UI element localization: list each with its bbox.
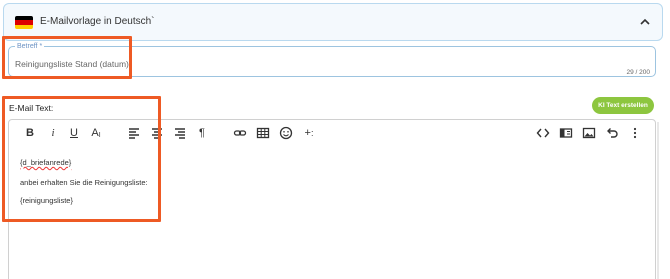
ki-text-create-button[interactable]: KI Text erstellen — [592, 97, 654, 114]
german-flag-icon — [15, 16, 33, 29]
subject-label: Betreff * — [15, 43, 45, 50]
align-left-icon[interactable] — [127, 126, 141, 140]
link-icon[interactable] — [233, 126, 247, 140]
emoji-icon[interactable] — [279, 126, 293, 140]
align-right-icon[interactable] — [173, 126, 187, 140]
insert-placeholder-icon[interactable]: +: — [302, 126, 316, 140]
source-code-icon[interactable] — [536, 126, 550, 140]
email-text-label: E-Mail Text: — [9, 103, 54, 113]
editor-toolbar: B i U AI ¶ +: — [9, 120, 655, 146]
email-template-panel-header[interactable]: E-Mailvorlage in Deutsch` — [3, 3, 663, 41]
subject-char-count: 29 / 200 — [626, 69, 651, 76]
underline-button[interactable]: U — [67, 126, 81, 140]
table-icon[interactable] — [256, 126, 270, 140]
align-center-icon[interactable] — [150, 126, 164, 140]
more-options-icon[interactable] — [628, 126, 642, 140]
undo-icon[interactable] — [605, 126, 619, 140]
image-icon[interactable] — [582, 126, 596, 140]
editor-scrollbar-track[interactable] — [657, 122, 659, 279]
italic-button[interactable]: i — [46, 126, 60, 140]
paragraph-icon[interactable]: ¶ — [195, 126, 209, 140]
editor-line: {reinigungsliste} — [20, 196, 73, 205]
panel-title: E-Mailvorlage in Deutsch` — [40, 16, 155, 27]
editor-line: {d_briefanrede} — [20, 158, 72, 167]
bold-button[interactable]: B — [23, 126, 37, 140]
email-template-page: E-Mailvorlage in Deutsch` Betreff * Rein… — [0, 0, 670, 279]
chevron-up-icon[interactable] — [638, 15, 652, 29]
preview-icon[interactable] — [559, 126, 573, 140]
subject-value[interactable]: Reinigungsliste Stand (datum) — [15, 59, 129, 69]
editor-line: anbei erhalten Sie die Reinigungsliste: — [20, 178, 148, 187]
font-size-button[interactable]: AI — [89, 126, 103, 140]
